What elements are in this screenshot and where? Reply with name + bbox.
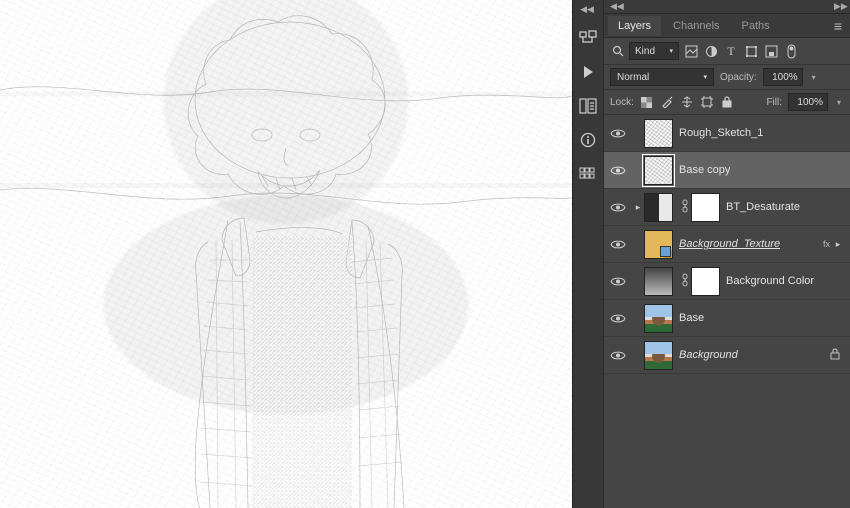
layer-name[interactable]: Base <box>679 312 704 324</box>
layer-row[interactable]: Rough_Sketch_1 <box>604 115 850 152</box>
link-icon <box>679 273 691 290</box>
lock-label: Lock: <box>610 97 634 108</box>
layer-row[interactable]: Background <box>604 337 850 374</box>
layer-row[interactable]: Background_Texture fx ▸ <box>604 226 850 263</box>
info-icon[interactable] <box>578 130 598 150</box>
expand-arrow-icon[interactable]: ▸ <box>632 202 644 213</box>
filter-toggle-icon[interactable] <box>783 43 799 59</box>
layer-row[interactable]: Background Color <box>604 263 850 300</box>
blend-row: Normal ▾ Opacity: 100% ▾ <box>604 65 850 90</box>
layer-name[interactable]: Base copy <box>679 164 730 176</box>
layer-name[interactable]: Background <box>679 349 738 361</box>
visibility-toggle-icon[interactable] <box>604 165 632 176</box>
filter-adjustment-icon[interactable] <box>703 43 719 59</box>
visibility-toggle-icon[interactable] <box>604 350 632 361</box>
tab-channels[interactable]: Channels <box>663 16 729 36</box>
layer-thumbnail[interactable] <box>644 230 673 259</box>
play-icon[interactable] <box>578 62 598 82</box>
filter-kind-label: Kind <box>635 46 655 57</box>
layer-name[interactable]: Rough_Sketch_1 <box>679 127 763 139</box>
layer-thumbnail[interactable] <box>644 119 673 148</box>
layer-name[interactable]: BT_Desaturate <box>726 201 800 213</box>
fx-label: fx <box>823 239 830 249</box>
lock-all-icon[interactable] <box>720 95 734 109</box>
fill-label: Fill: <box>766 97 782 108</box>
mask-thumbnail[interactable] <box>691 193 720 222</box>
filter-type-icon[interactable]: T <box>723 43 739 59</box>
history-icon[interactable] <box>578 28 598 48</box>
mask-thumbnail[interactable] <box>691 267 720 296</box>
fx-expand-icon[interactable]: ▸ <box>832 239 844 250</box>
opacity-input[interactable]: 100% <box>763 68 803 86</box>
icon-rail: ◀◀ <box>572 0 603 508</box>
layer-row[interactable]: ▸ BT_Desaturate <box>604 189 850 226</box>
opacity-label: Opacity: <box>720 72 757 83</box>
panel-menu-icon[interactable]: ≡ <box>834 19 850 33</box>
collapse-left-icon[interactable]: ◀◀ <box>610 1 620 12</box>
layers-panel: ◀◀ ▶▶ Layers Channels Paths ≡ Kind ▾ T <box>603 0 850 508</box>
collapse-right-icon[interactable]: ▶▶ <box>834 1 844 12</box>
tab-layers[interactable]: Layers <box>608 16 661 36</box>
layers-list: Rough_Sketch_1 Base copy ▸ BT_Desaturate <box>604 115 850 508</box>
layer-thumbnail[interactable] <box>644 341 673 370</box>
lock-position-icon[interactable] <box>680 95 694 109</box>
visibility-toggle-icon[interactable] <box>604 313 632 324</box>
properties-icon[interactable] <box>578 96 598 116</box>
filter-kind-select[interactable]: Kind ▾ <box>629 42 679 60</box>
lock-row: Lock: Fill: 100% ▾ <box>604 90 850 115</box>
filter-search-icon[interactable] <box>610 44 625 59</box>
filter-pixel-icon[interactable] <box>683 43 699 59</box>
layer-name[interactable]: Background Color <box>726 275 814 287</box>
document-canvas[interactable] <box>0 0 572 508</box>
lock-artboard-icon[interactable] <box>700 95 714 109</box>
lock-pixels-icon[interactable] <box>660 95 674 109</box>
layer-filter-row: Kind ▾ T <box>604 38 850 65</box>
visibility-toggle-icon[interactable] <box>604 276 632 287</box>
swatches-icon[interactable] <box>578 164 598 184</box>
filter-smart-icon[interactable] <box>763 43 779 59</box>
lock-icon <box>830 348 844 363</box>
visibility-toggle-icon[interactable] <box>604 202 632 213</box>
fill-chevron-icon[interactable]: ▾ <box>834 98 844 107</box>
blend-mode-value: Normal <box>617 72 649 83</box>
opacity-chevron-icon[interactable]: ▾ <box>809 73 819 82</box>
layer-name[interactable]: Background_Texture <box>679 238 780 250</box>
collapse-left-icon[interactable]: ◀◀ <box>577 4 597 14</box>
fill-value: 100% <box>797 97 823 108</box>
fill-input[interactable]: 100% <box>788 93 828 111</box>
opacity-value: 100% <box>772 72 798 83</box>
visibility-toggle-icon[interactable] <box>604 239 632 250</box>
layer-thumbnail[interactable] <box>644 156 673 185</box>
tab-paths[interactable]: Paths <box>732 16 780 36</box>
panel-tabs: Layers Channels Paths ≡ <box>604 14 850 38</box>
blend-mode-select[interactable]: Normal ▾ <box>610 68 714 86</box>
visibility-toggle-icon[interactable] <box>604 128 632 139</box>
lock-transparency-icon[interactable] <box>640 95 654 109</box>
layer-row[interactable]: Base copy <box>604 152 850 189</box>
adjustment-thumbnail[interactable] <box>644 193 673 222</box>
layer-thumbnail[interactable] <box>644 267 673 296</box>
filter-shape-icon[interactable] <box>743 43 759 59</box>
layer-thumbnail[interactable] <box>644 304 673 333</box>
link-icon <box>679 199 691 216</box>
layer-row[interactable]: Base <box>604 300 850 337</box>
